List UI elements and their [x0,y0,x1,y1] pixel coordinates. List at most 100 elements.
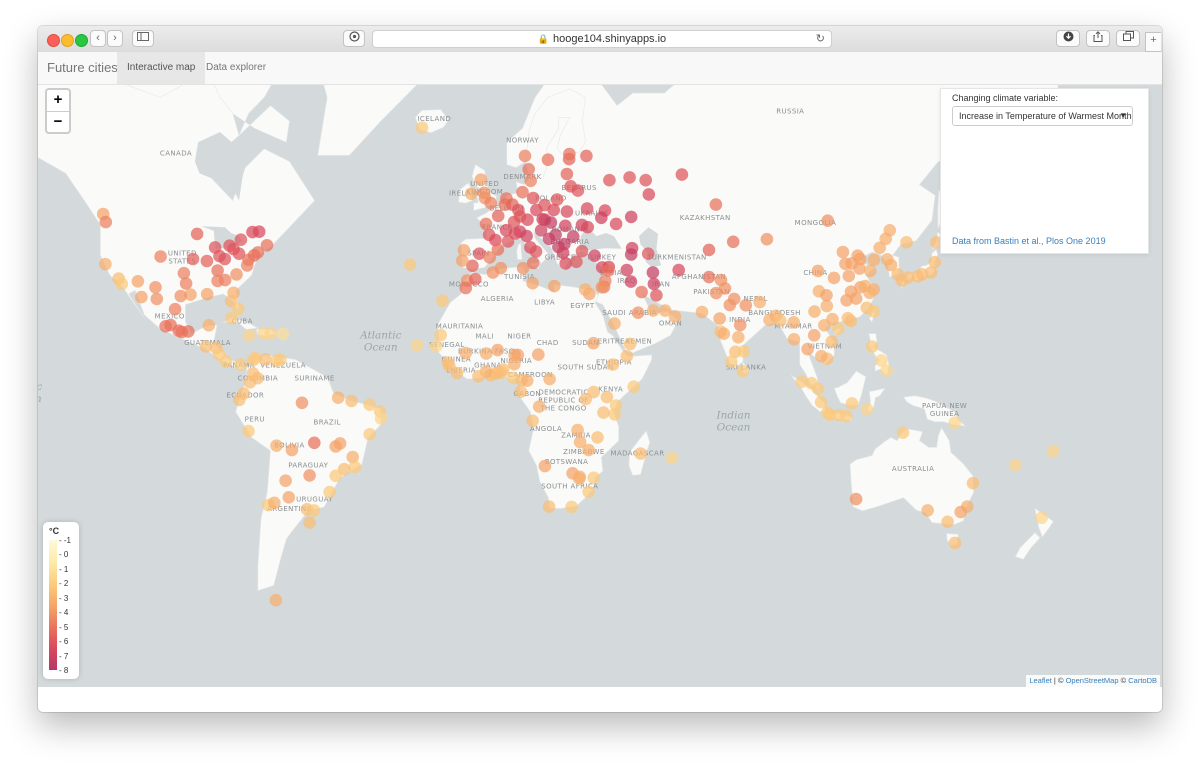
city-marker[interactable] [631,306,645,319]
city-marker[interactable] [233,393,246,407]
city-marker[interactable] [642,188,656,201]
reload-icon[interactable]: ↻ [816,31,825,47]
city-marker[interactable] [415,121,429,134]
city-marker[interactable] [733,318,747,332]
city-marker[interactable] [702,270,716,284]
city-marker[interactable] [570,255,583,269]
city-marker[interactable] [732,331,745,344]
city-marker[interactable] [608,408,622,421]
city-marker[interactable] [620,349,634,363]
city-marker[interactable] [575,244,589,258]
city-marker[interactable] [646,266,660,279]
city-marker[interactable] [179,277,193,290]
city-marker[interactable] [928,255,942,269]
city-marker[interactable] [736,364,749,378]
city-marker[interactable] [865,340,879,353]
tab-data-explorer[interactable]: Data explorer [196,52,276,84]
city-marker[interactable] [623,171,636,184]
city-marker[interactable] [647,277,661,291]
city-marker[interactable] [491,209,505,223]
city-marker[interactable] [308,436,321,450]
city-marker[interactable] [900,236,913,249]
city-marker[interactable] [836,245,850,259]
city-marker[interactable] [307,504,321,517]
city-marker[interactable] [941,515,954,529]
city-marker[interactable] [526,191,540,205]
city-marker[interactable] [578,283,592,296]
leaflet-link[interactable]: Leaflet [1029,676,1052,685]
city-marker[interactable] [219,355,233,369]
city-marker[interactable] [821,214,834,227]
city-marker[interactable] [948,536,962,550]
city-marker[interactable] [532,400,546,413]
city-marker[interactable] [472,370,485,383]
city-marker[interactable] [243,376,257,389]
city-marker[interactable] [522,163,535,176]
city-marker[interactable] [374,412,388,425]
city-marker[interactable] [675,168,689,181]
city-marker[interactable] [182,325,195,338]
data-source-link[interactable]: Data from Bastin et al., Plos One 2019 [952,236,1106,246]
city-marker[interactable] [242,329,256,342]
city-marker[interactable] [259,353,272,366]
city-marker[interactable] [695,305,709,319]
city-marker[interactable] [234,233,248,246]
city-marker[interactable] [348,460,362,474]
city-marker[interactable] [459,281,473,295]
privacy-report-button[interactable] [343,30,365,47]
city-marker[interactable] [624,248,638,261]
city-marker[interactable] [410,338,424,352]
city-marker[interactable] [573,470,587,484]
city-marker[interactable] [520,229,533,243]
city-marker[interactable] [242,424,255,438]
downloads-button[interactable] [1056,30,1080,47]
city-marker[interactable] [966,476,980,490]
city-marker[interactable] [623,337,637,351]
city-marker[interactable] [403,258,417,271]
city-marker[interactable] [842,269,856,283]
city-marker[interactable] [516,185,529,199]
city-marker[interactable] [149,281,162,294]
city-marker[interactable] [582,485,595,499]
city-marker[interactable] [363,428,377,441]
city-marker[interactable] [595,211,608,225]
city-marker[interactable] [514,385,528,399]
city-marker[interactable] [529,245,543,258]
city-marker[interactable] [456,254,469,267]
city-marker[interactable] [739,299,753,312]
city-marker[interactable] [948,416,961,430]
city-marker[interactable] [595,281,609,294]
city-marker[interactable] [639,173,652,187]
city-marker[interactable] [564,180,577,193]
city-marker[interactable] [491,343,504,357]
city-marker[interactable] [279,474,292,488]
city-marker[interactable] [560,205,574,218]
openstreetmap-link[interactable]: OpenStreetMap [1066,676,1119,685]
city-marker[interactable] [268,496,281,510]
city-marker[interactable] [582,443,595,457]
city-marker[interactable] [864,264,877,278]
city-marker[interactable] [486,266,500,279]
city-marker[interactable] [234,358,247,371]
city-marker[interactable] [795,375,809,389]
city-marker[interactable] [815,349,828,363]
city-marker[interactable] [826,312,839,326]
city-marker[interactable] [896,426,910,440]
city-marker[interactable] [154,250,167,263]
city-marker[interactable] [115,277,129,291]
city-marker[interactable] [709,198,723,211]
city-marker[interactable] [839,257,852,271]
city-marker[interactable] [329,440,343,453]
city-marker[interactable] [135,290,148,304]
city-marker[interactable] [1035,511,1048,525]
city-marker[interactable] [363,398,377,412]
city-marker[interactable] [814,395,828,409]
city-marker[interactable] [620,263,634,277]
city-marker[interactable] [240,259,254,272]
city-marker[interactable] [303,469,316,482]
city-marker[interactable] [863,286,876,300]
app-brand[interactable]: Future cities [47,60,118,75]
city-marker[interactable] [646,304,660,317]
city-marker[interactable] [560,167,574,181]
city-marker[interactable] [285,443,299,457]
